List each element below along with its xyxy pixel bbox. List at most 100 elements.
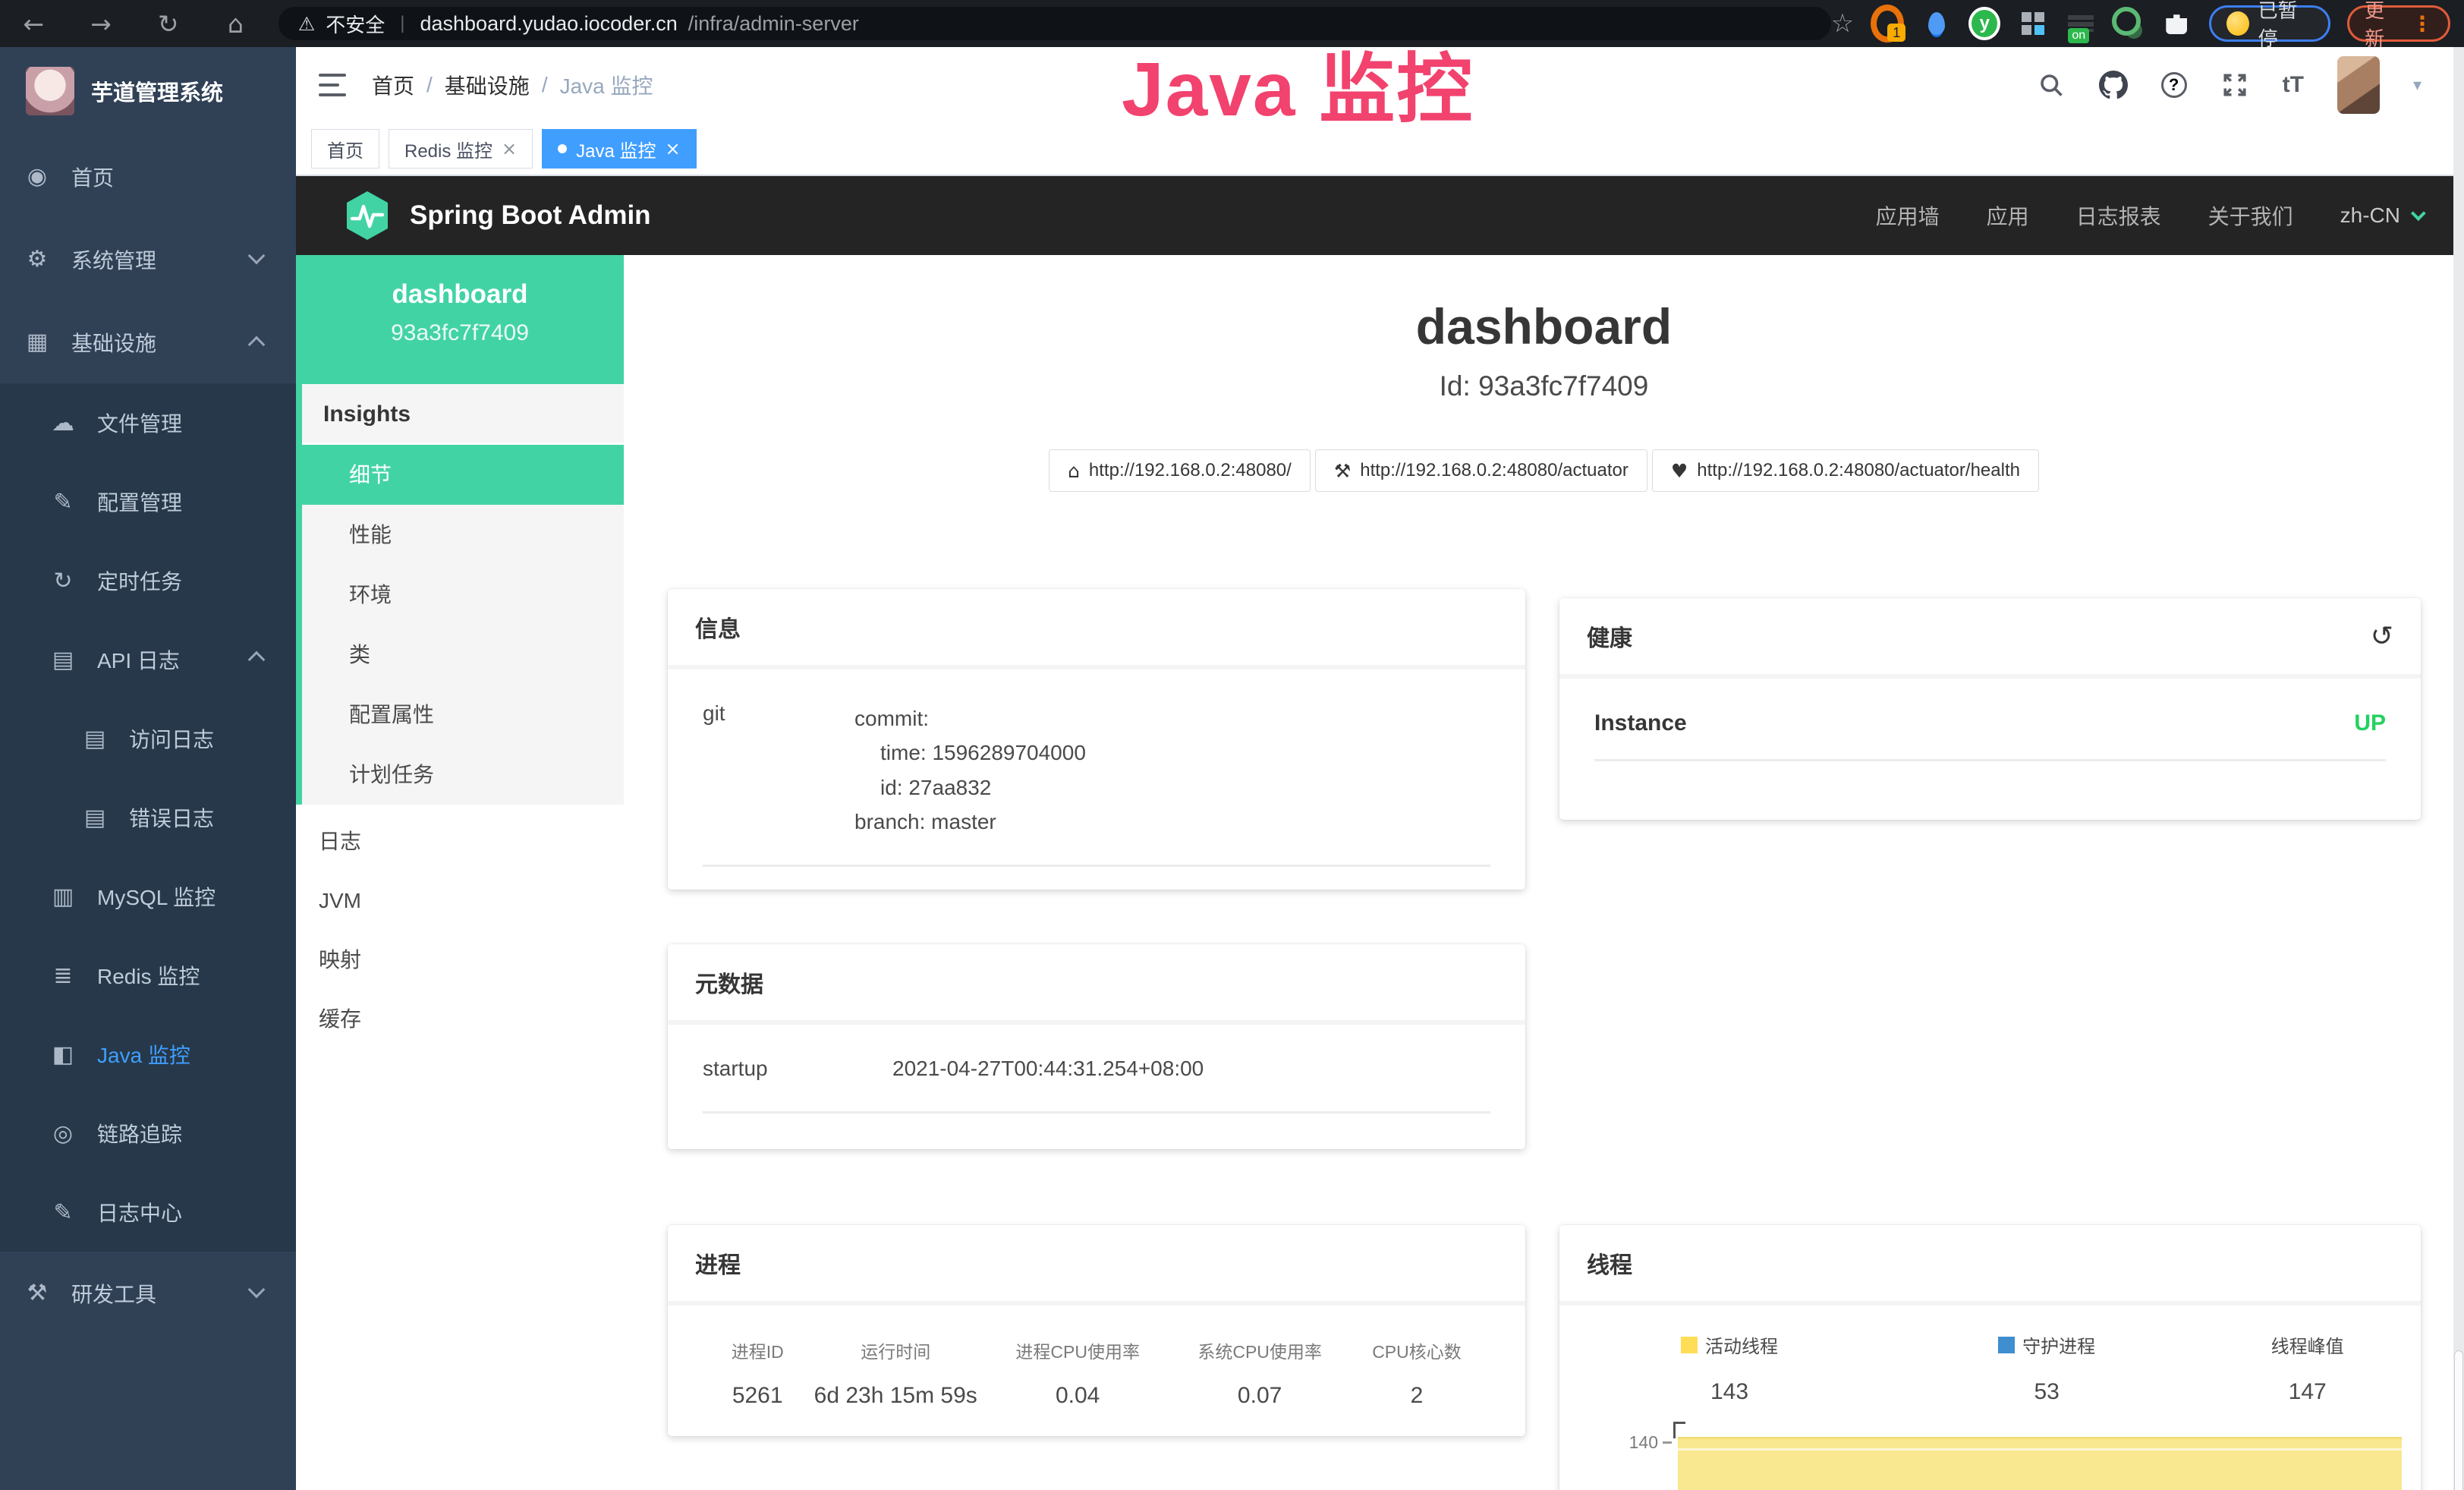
breadcrumb-infrastructure[interactable]: 基础设施 xyxy=(445,70,530,100)
actuator-url: http://192.168.0.2:48080/actuator xyxy=(1360,460,1629,481)
browser-back-icon[interactable]: ← xyxy=(0,9,68,39)
sba-nav-about[interactable]: 关于我们 xyxy=(2208,200,2293,231)
menu-kebab-icon[interactable]: ⋮ xyxy=(2412,11,2433,36)
search-extension-icon[interactable] xyxy=(2113,7,2145,40)
sidebar-item-devtools[interactable]: ⚒ 研发工具 xyxy=(0,1252,296,1334)
browser-home-icon[interactable]: ⌂ xyxy=(202,9,269,39)
update-button[interactable]: 更新⋮ xyxy=(2347,5,2450,42)
sidebar-item-tracing[interactable]: ◎ 链路追踪 xyxy=(0,1094,296,1173)
sba-instance-header[interactable]: dashboard 93a3fc7f7409 xyxy=(296,255,624,384)
browser-forward-icon[interactable]: → xyxy=(68,9,135,39)
bookmark-star-icon[interactable]: ☆ xyxy=(1831,8,1854,39)
browser-reload-icon[interactable]: ↻ xyxy=(134,9,202,39)
sidebar-toggle-icon[interactable] xyxy=(319,74,346,96)
sba-nav-applications[interactable]: 应用 xyxy=(1987,200,2029,231)
sba-menu-config-props[interactable]: 配置属性 xyxy=(302,685,624,745)
sba-nav-wallboard[interactable]: 应用墙 xyxy=(1876,200,1940,231)
divider xyxy=(703,1111,1490,1114)
process-card-title: 进程 xyxy=(668,1225,1525,1306)
info-card-title: 信息 xyxy=(668,589,1525,669)
cloud-icon: ☁ xyxy=(50,410,76,436)
help-icon[interactable]: ? xyxy=(2161,72,2187,98)
sidebar-item-mysql-monitor[interactable]: ▥ MySQL 监控 xyxy=(0,857,296,936)
url-host[interactable]: dashboard.yudao.iocoder.cn xyxy=(420,12,677,36)
stat-process-cpu: 进程CPU使用率 0.04 xyxy=(983,1337,1172,1409)
actuator-url-button[interactable]: ⚒ http://192.168.0.2:48080/actuator xyxy=(1315,449,1647,492)
threads-area-chart: 140 120 100 xyxy=(1559,1431,2421,1490)
puzzle-extension-icon[interactable] xyxy=(2161,7,2192,40)
sidebar-item-scheduled-jobs[interactable]: ↻ 定时任务 xyxy=(0,541,296,620)
stat-cpu-cores: CPU核心数 2 xyxy=(1348,1337,1486,1409)
sidebar-item-java-monitor[interactable]: ◧ Java 监控 xyxy=(0,1015,296,1094)
sidebar-item-api-log[interactable]: ▤ API 日志 xyxy=(0,620,296,699)
sba-menu-details[interactable]: 细节 xyxy=(302,445,624,505)
close-icon[interactable]: × xyxy=(666,138,681,159)
close-icon[interactable]: × xyxy=(502,138,517,159)
sba-menu-caches[interactable]: 缓存 xyxy=(296,990,624,1049)
avatar-caret-icon[interactable]: ▾ xyxy=(2413,76,2422,95)
search-icon[interactable] xyxy=(2037,71,2066,99)
sba-menu-classes[interactable]: 类 xyxy=(302,625,624,685)
github-icon[interactable] xyxy=(2099,71,2128,99)
breadcrumb-separator: / xyxy=(426,73,433,97)
sba-menu-logs[interactable]: 日志 xyxy=(296,812,624,871)
tab-home[interactable]: 首页 xyxy=(311,129,379,169)
list-extension-icon[interactable]: on xyxy=(2065,7,2096,40)
sidebar-item-infrastructure[interactable]: ▦ 基础设施 xyxy=(0,301,296,383)
sidebar-item-home[interactable]: ◉ 首页 xyxy=(0,135,296,218)
pin-extension-icon[interactable] xyxy=(1921,7,1952,40)
sba-menu-mappings[interactable]: 映射 xyxy=(296,931,624,990)
sidebar-item-system[interactable]: ⚙ 系统管理 xyxy=(0,218,296,301)
sba-menu-jvm[interactable]: JVM xyxy=(296,871,624,931)
scrollbar-thumb[interactable] xyxy=(2455,1351,2462,1490)
tab-redis-monitor[interactable]: Redis 监控 × xyxy=(389,129,533,169)
user-avatar[interactable] xyxy=(2337,56,2380,114)
font-size-icon[interactable]: tT xyxy=(2283,72,2304,98)
fullscreen-icon[interactable] xyxy=(2220,71,2249,99)
app-logo-row[interactable]: 芋道管理系统 xyxy=(0,47,296,135)
url-path[interactable]: /infra/admin-server xyxy=(688,12,859,36)
sba-section-title: Insights xyxy=(302,384,624,445)
breadcrumb-home[interactable]: 首页 xyxy=(372,70,414,100)
sidebar-item-label: 访问日志 xyxy=(129,723,214,754)
wrench-icon: ⚒ xyxy=(1334,460,1351,482)
divider xyxy=(703,865,1490,867)
extension-icon[interactable]: 1 xyxy=(1871,7,1904,40)
sidebar-item-access-log[interactable]: ▤ 访问日志 xyxy=(0,699,296,778)
sba-menu-environment[interactable]: 环境 xyxy=(302,565,624,625)
health-url-button[interactable]: ♥ http://192.168.0.2:48080/actuator/heal… xyxy=(1652,449,2039,492)
sba-nav-journal[interactable]: 日志报表 xyxy=(2076,200,2161,231)
metadata-card: 元数据 startup 2021-04-27T00:44:31.254+08:0… xyxy=(668,944,1525,1149)
commit-branch: branch: master xyxy=(854,805,1086,839)
active-tab-dot xyxy=(558,144,567,153)
sba-locale-label: zh-CN xyxy=(2340,203,2400,228)
sidebar-item-redis-monitor[interactable]: ≣ Redis 监控 xyxy=(0,936,296,1015)
address-bar[interactable]: ⚠ 不安全 | dashboard.yudao.iocoder.cn/infra… xyxy=(278,7,1831,40)
tab-label: Java 监控 xyxy=(576,136,656,162)
sidebar-item-file-manage[interactable]: ☁ 文件管理 xyxy=(0,383,296,462)
sidebar-item-config-manage[interactable]: ✎ 配置管理 xyxy=(0,462,296,541)
sba-brand[interactable]: Spring Boot Admin xyxy=(345,190,651,241)
sidebar-item-error-log[interactable]: ▤ 错误日志 xyxy=(0,778,296,857)
history-icon[interactable]: ↺ xyxy=(2371,621,2393,652)
page-scrollbar[interactable] xyxy=(2453,47,2464,1490)
not-secure-label[interactable]: 不安全 xyxy=(326,10,385,38)
sba-nav: 应用墙 应用 日志报表 关于我们 zh-CN xyxy=(1876,200,2422,231)
heartbeat-icon: ♥ xyxy=(1671,460,1688,482)
stat-pid: 进程ID 5261 xyxy=(707,1337,807,1409)
sidebar-item-label: 系统管理 xyxy=(71,244,156,275)
sidebar-item-label: Java 监控 xyxy=(97,1039,190,1069)
sba-menu-metrics[interactable]: 性能 xyxy=(302,505,624,565)
y-extension-icon[interactable]: y xyxy=(1968,7,2000,40)
service-url-button[interactable]: ⌂ http://192.168.0.2:48080/ xyxy=(1049,449,1311,492)
sidebar-item-log-center[interactable]: ✎ 日志中心 xyxy=(0,1173,296,1252)
grid-extension-icon[interactable] xyxy=(2017,7,2048,40)
sba-locale-select[interactable]: zh-CN xyxy=(2340,203,2422,228)
paused-profile-chip[interactable]: 已暂停 xyxy=(2209,5,2330,42)
dashboard-icon: ◉ xyxy=(24,163,50,190)
tab-java-monitor[interactable]: Java 监控 × xyxy=(542,129,696,169)
sidebar-item-label: 文件管理 xyxy=(97,408,182,438)
edit-icon: ✎ xyxy=(50,1199,76,1226)
sidebar-item-label: MySQL 监控 xyxy=(97,881,216,912)
sba-menu-scheduled-tasks[interactable]: 计划任务 xyxy=(302,745,624,805)
